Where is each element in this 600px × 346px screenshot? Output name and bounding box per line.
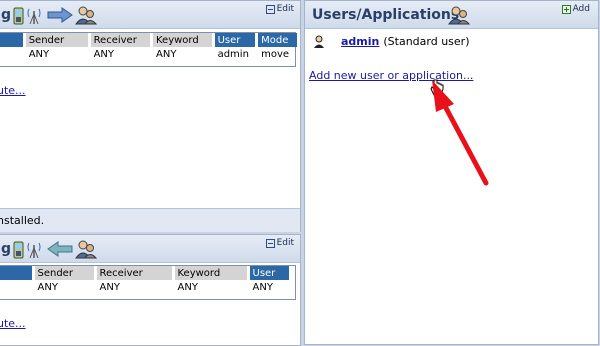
- table-cell: ANY: [89, 47, 154, 61]
- table-header-row: Sender Receiver Keyword User: [0, 266, 292, 280]
- table-header-cell: [0, 266, 35, 280]
- table-header-cell: Keyword: [173, 266, 250, 280]
- table-cell: [0, 47, 26, 61]
- table-header-cell: [0, 33, 26, 47]
- table-header-row: Sender Receiver Keyword User Mode: [0, 33, 300, 47]
- panel-header: Users/Applications Add: [305, 1, 598, 29]
- add-label: Add: [572, 4, 590, 14]
- antenna-icon: [27, 242, 41, 259]
- table-header-cell: User: [213, 33, 259, 47]
- users-icon: [75, 6, 97, 25]
- table-row[interactable]: ANY ANY ANY ANY: [0, 280, 292, 294]
- table-header-cell: Sender: [24, 33, 91, 47]
- add-user-button[interactable]: Add: [561, 4, 590, 14]
- add-rule-link[interactable]: ute...: [0, 84, 26, 97]
- table-cell: admin: [213, 47, 259, 61]
- add-rule-link[interactable]: ute...: [0, 317, 26, 330]
- table-header-cell: User: [248, 266, 292, 280]
- edit-label: Edit: [276, 4, 294, 14]
- edit-label: Edit: [276, 238, 294, 248]
- phone-icon: [13, 7, 24, 25]
- table-header-cell: Receiver: [95, 266, 175, 280]
- panel-header: g Edit: [0, 235, 300, 263]
- panel-title-fragment: g: [1, 241, 12, 257]
- table-cell: [0, 280, 35, 294]
- panel-title: Users/Applications: [312, 7, 460, 23]
- edit-icon: [265, 4, 275, 14]
- table-cell: move: [256, 47, 300, 61]
- table-header-cell: Sender: [33, 266, 97, 280]
- rules-table: Sender Receiver Keyword User Mode ANY AN…: [0, 33, 300, 61]
- status-bar: nstalled.: [0, 208, 300, 232]
- panel-title-fragment: g: [1, 7, 12, 23]
- rules-table: Sender Receiver Keyword User ANY ANY ANY…: [0, 266, 292, 294]
- table-cell: ANY: [173, 280, 250, 294]
- users-icon: [448, 6, 470, 25]
- arrow-left-icon: [47, 241, 73, 257]
- table-row[interactable]: ANY ANY ANY admin move: [0, 47, 300, 61]
- table-cell: ANY: [24, 47, 91, 61]
- list-item: admin (Standard user): [313, 33, 470, 49]
- user-name-link[interactable]: admin: [341, 35, 379, 48]
- users-icon: [75, 240, 97, 259]
- table-cell: ANY: [95, 280, 175, 294]
- table-header-cell: Receiver: [89, 33, 154, 47]
- edit-button[interactable]: Edit: [265, 238, 294, 248]
- status-text: nstalled.: [0, 214, 45, 227]
- antenna-icon: [27, 8, 41, 25]
- edit-icon: [265, 238, 275, 248]
- rule-panel-bottom: g Edit Sender Receiver Keyword User ANY …: [0, 234, 301, 346]
- table-cell: ANY: [151, 47, 215, 61]
- panel-header: g Edit: [0, 1, 300, 29]
- table-header-cell: Mode: [256, 33, 300, 47]
- table-header-cell: Keyword: [151, 33, 215, 47]
- user-icon: [314, 35, 324, 48]
- hand-cursor-icon: [430, 79, 444, 96]
- user-role: (Standard user): [383, 34, 470, 48]
- table-cell: ANY: [33, 280, 97, 294]
- edit-button[interactable]: Edit: [265, 4, 294, 14]
- rule-panel-top: g Edit Sender Receiver Keyword User Mode…: [0, 0, 301, 232]
- table-cell: ANY: [248, 280, 292, 294]
- phone-icon: [13, 241, 24, 259]
- users-panel: Users/Applications Add admin (Standard u…: [304, 0, 599, 345]
- add-new-user-link[interactable]: Add new user or application...: [309, 69, 473, 82]
- arrow-right-icon: [47, 7, 73, 23]
- plus-icon: [561, 4, 571, 14]
